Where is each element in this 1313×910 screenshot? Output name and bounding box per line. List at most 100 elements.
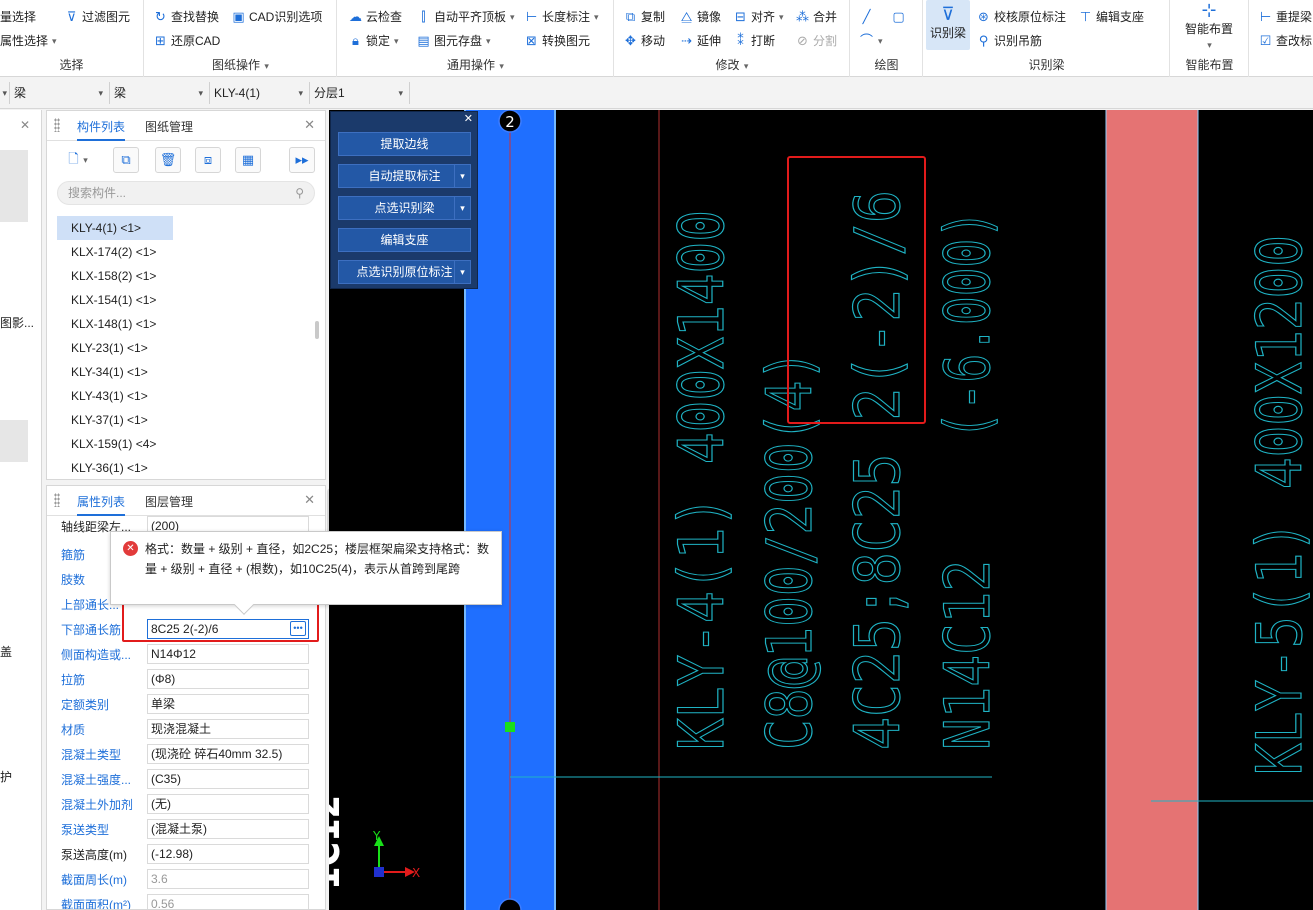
more-button[interactable]: ▸▸ [289, 147, 315, 173]
tab-layer-manage[interactable]: 图层管理 [145, 493, 193, 510]
list-item[interactable]: KLY-43(1) <1> [57, 384, 317, 408]
edit-support-float-button[interactable]: 编辑支座 [338, 228, 471, 252]
ribbon-group-label: 选择 [59, 58, 84, 72]
drag-grip-icon[interactable] [54, 118, 60, 132]
find-replace-button[interactable]: ↻ 查找替换 [153, 7, 219, 27]
list-item[interactable]: KLX-174(2) <1> [57, 240, 317, 264]
cloud-icon: ☁ [349, 9, 362, 24]
drag-grip-icon[interactable] [54, 493, 60, 507]
side-rebar-text: N14C12 [931, 560, 1004, 750]
copy-button[interactable]: ⧉ 复制 [623, 7, 665, 27]
auto-extract-annotation-button[interactable]: 自动提取标注 ▾ [338, 164, 471, 188]
chevron-down-icon[interactable]: ▾ [454, 165, 470, 187]
check-mark-button[interactable]: ☑ 查改标 [1258, 31, 1312, 51]
property-value[interactable]: (无) [147, 794, 309, 814]
layer-component-button[interactable]: ▦ [235, 147, 261, 173]
cloud-check-button[interactable]: ☁ 云检查 [348, 7, 402, 27]
search-placeholder: 搜索构件... [68, 186, 127, 200]
extend-button[interactable]: ⇢ 延伸 [679, 31, 721, 51]
component-selector[interactable]: KLY-4(1) ▾ [210, 82, 310, 104]
layer-selector[interactable]: 分层1 ▾ [310, 82, 410, 104]
copy-component-button[interactable]: ⧉ [113, 147, 139, 173]
cad-options-button[interactable]: ▣ CAD识别选项 [231, 7, 322, 27]
merge-button[interactable]: ⁂ 合并 [795, 7, 837, 27]
draw-rect-button[interactable]: ▢ [891, 7, 906, 27]
tab-property-list[interactable]: 属性列表 [77, 493, 126, 516]
smart-layout-button[interactable]: ⊹ 智能布置 ▾ [1177, 0, 1241, 52]
restore-cad-button[interactable]: ⊞ 还原CAD [153, 31, 220, 51]
panel-text[interactable]: 图影... [0, 314, 34, 331]
list-item[interactable]: KLY-4(1) <1> [57, 216, 173, 240]
identify-beam-button[interactable]: ⊽ 识别梁 [926, 0, 970, 50]
length-dim-button[interactable]: ⊢ 长度标注 ▾ [524, 7, 599, 27]
draw-arc-button[interactable]: ⌒ ▾ [859, 31, 883, 51]
duplicate-component-button[interactable]: ⧈ [195, 147, 221, 173]
subtype-selector[interactable]: 梁 ▾ [110, 82, 210, 104]
panel-text[interactable]: 护 [0, 768, 12, 785]
rebar-text: 4C25;8C25 2(-2)/6 [841, 190, 914, 750]
extract-edge-button[interactable]: 提取边线 [338, 132, 471, 156]
auto-flush-button[interactable]: ⫿ 自动平齐顶板 ▾ [416, 7, 514, 27]
close-icon[interactable]: ✕ [304, 117, 315, 133]
component-search-input[interactable]: 搜索构件... ⚲ [57, 181, 315, 205]
table-row: 泵送类型 (混凝土泵) [47, 817, 325, 842]
close-icon[interactable]: ✕ [464, 112, 473, 125]
panel-text[interactable]: 盖 [0, 643, 12, 660]
align-button[interactable]: ⊟ 对齐 ▾ [733, 7, 784, 27]
property-value[interactable]: (C35) [147, 769, 309, 789]
delete-component-button[interactable]: 🗑︎ [155, 147, 181, 173]
property-value[interactable]: (混凝土泵) [147, 819, 309, 839]
copy-icon: ⧉ [121, 152, 131, 167]
convert-element-button[interactable]: ⊠ 转换图元 [524, 31, 590, 51]
split-button[interactable]: ⊘ 分割 [795, 31, 837, 51]
list-item[interactable]: KLX-159(1) <4> [57, 432, 317, 456]
property-value[interactable]: 单梁 [147, 694, 309, 714]
chevron-down-icon[interactable]: ▾ [454, 261, 470, 283]
element-save-label: 图元存盘 [434, 34, 483, 48]
break-button[interactable]: ⁑ 打断 [733, 31, 775, 51]
list-item[interactable]: KLX-154(1) <1> [57, 288, 317, 312]
lock-icon: 🔒︎ [352, 33, 359, 48]
scrollbar[interactable] [315, 321, 319, 339]
re-extract-beam-button[interactable]: ⊢ 重提梁 [1258, 7, 1312, 27]
property-value[interactable]: N14Φ12 [147, 644, 309, 664]
close-icon[interactable]: ✕ [304, 492, 315, 508]
property-value[interactable]: 现浇混凝土 [147, 719, 309, 739]
list-item[interactable]: KLY-34(1) <1> [57, 360, 317, 384]
draw-line-button[interactable]: ╱ [859, 7, 874, 27]
type-selector[interactable]: 梁 ▾ [10, 82, 110, 104]
check-annotation-button[interactable]: ⊛ 校核原位标注 [976, 7, 1066, 27]
tab-component-list[interactable]: 构件列表 [77, 118, 126, 141]
grip-point[interactable] [505, 722, 515, 732]
property-value[interactable]: (Φ8) [147, 669, 309, 689]
batch-select-button[interactable]: 量选择 [0, 7, 36, 27]
floor-selector[interactable]: ▾ [0, 82, 10, 104]
list-item[interactable]: KLX-158(2) <1> [57, 264, 317, 288]
element-save-button[interactable]: ▤ 图元存盘 ▾ [416, 31, 490, 51]
new-component-button[interactable]: 🗋︎ ▾ [57, 147, 99, 173]
identify-hanger-button[interactable]: ⚲ 识别吊筋 [976, 31, 1042, 51]
list-item[interactable]: KLY-23(1) <1> [57, 336, 317, 360]
property-value[interactable]: (现浇砼 碎石40mm 32.5) [147, 744, 309, 764]
list-item[interactable]: KLX-148(1) <1> [57, 312, 317, 336]
list-item[interactable]: KLY-36(1) <1> [57, 456, 317, 480]
close-icon[interactable]: ✕ [20, 118, 30, 132]
mirror-label: 镜像 [697, 10, 722, 24]
edit-support-button[interactable]: ⊤ 编辑支座 [1078, 7, 1144, 27]
ribbon-group-general-ops: ☁ 云检查 ⫿ 自动平齐顶板 ▾ ⊢ 长度标注 ▾ 🔒︎ 锁定 ▾ ▤ 图元存盘 ▾ ⊠ 转换图元 … [338, 0, 614, 77]
stirrup-text: C8@100/200(4) [753, 350, 826, 750]
tab-drawing-manage[interactable]: 图纸管理 [145, 118, 193, 135]
filter-element-button[interactable]: ⊽ 过滤图元 [64, 7, 130, 27]
mirror-button[interactable]: ⧋ 镜像 [679, 7, 721, 27]
chevron-down-icon[interactable]: ▾ [454, 197, 470, 219]
check-mark-label: 查改标 [1276, 34, 1313, 48]
lock-button[interactable]: 🔒︎ 锁定 ▾ [348, 31, 399, 51]
property-value[interactable]: (-12.98) [147, 844, 309, 864]
pick-identify-beam-button[interactable]: 点选识别梁 ▾ [338, 196, 471, 220]
property-select-button[interactable]: 属性选择 ▾ [0, 31, 57, 51]
move-button[interactable]: ✥ 移动 [623, 31, 665, 51]
pick-identify-annotation-button[interactable]: 点选识别原位标注 ▾ [338, 260, 471, 284]
chevron-down-icon: ▾ [878, 36, 883, 46]
list-item[interactable]: KLY-37(1) <1> [57, 408, 317, 432]
restore-cad-icon: ⊞ [155, 33, 166, 48]
